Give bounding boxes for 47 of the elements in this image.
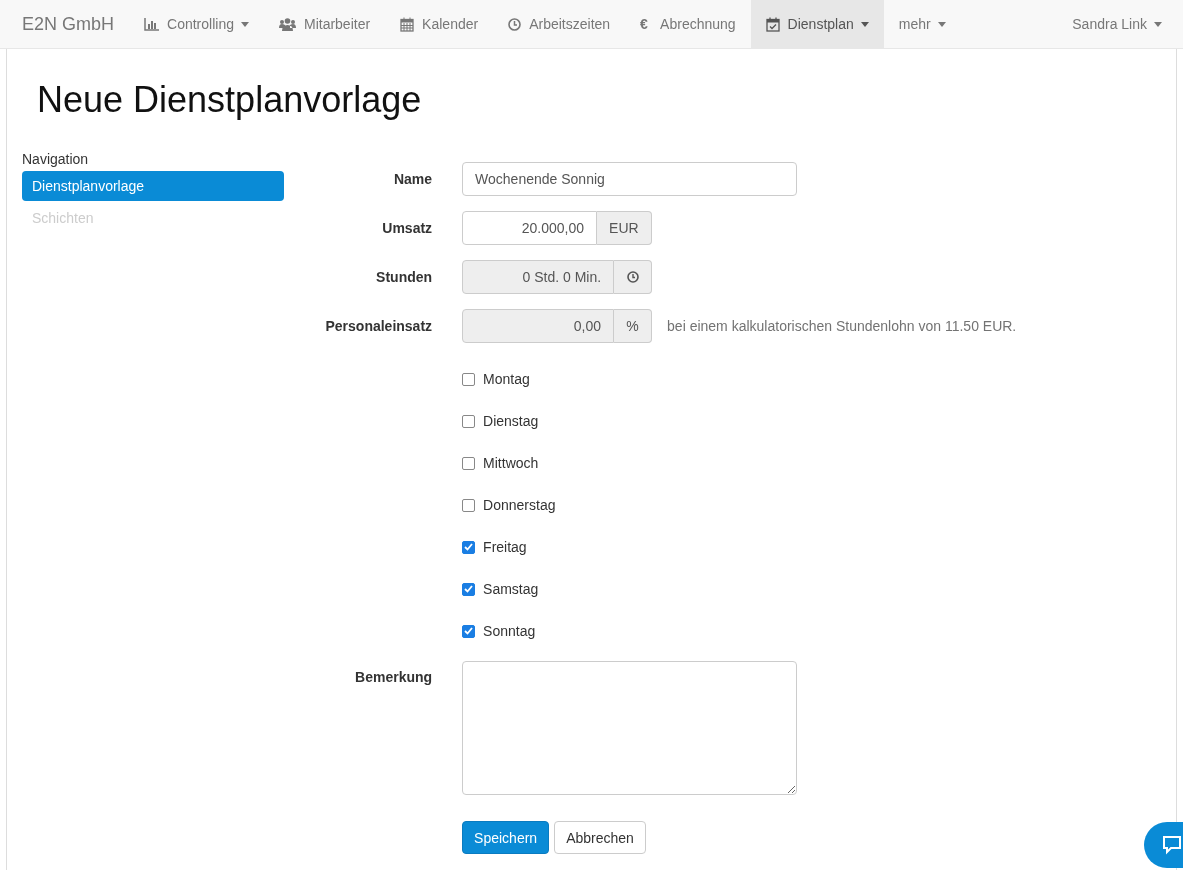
euro-icon: € <box>640 16 653 32</box>
field-label: Bemerkung <box>354 668 434 685</box>
nav-item[interactable]: € Abrechnung <box>625 0 751 48</box>
save-button[interactable]: Speichern <box>462 821 550 854</box>
checkbox[interactable] <box>462 372 476 386</box>
bar-chart-icon <box>144 17 160 31</box>
checkbox[interactable] <box>462 540 476 554</box>
day-checkbox[interactable]: Freitag <box>462 536 1161 558</box>
day-checkbox[interactable]: Mittwoch <box>462 452 1161 474</box>
checkbox[interactable] <box>462 582 476 596</box>
checkbox[interactable] <box>462 498 476 512</box>
nav-item[interactable]: Mitarbeiter <box>263 0 386 48</box>
day-checkbox[interactable]: Sonntag <box>462 620 1161 642</box>
page-title: Neue Dienstplanvorlage <box>36 78 423 122</box>
text-field[interactable]: Wochenende Sonnig <box>462 162 798 196</box>
clock-icon <box>508 17 522 31</box>
unit-addon: EUR <box>597 211 652 245</box>
nav-item[interactable]: mehr <box>883 0 961 48</box>
clock-addon[interactable] <box>614 260 653 294</box>
day-checkbox[interactable]: Dienstag <box>462 410 1161 432</box>
day-checkbox[interactable]: Montag <box>462 368 1161 390</box>
calendar-icon <box>400 16 415 32</box>
sidebar-heading: Navigation <box>22 150 90 169</box>
brand-link[interactable]: E2N GmbH <box>22 13 115 35</box>
sidebar-item[interactable]: Dienstplanvorlage <box>22 171 285 201</box>
field-label: Name <box>392 171 434 187</box>
field-label: Personaleinsatz <box>324 318 434 334</box>
user-menu[interactable]: Sandra Link <box>1057 0 1183 48</box>
nav-item[interactable]: Kalender <box>385 0 494 48</box>
field-label: Umsatz <box>381 220 434 236</box>
day-checkbox[interactable]: Samstag <box>462 578 1161 600</box>
checkbox[interactable] <box>462 414 476 428</box>
checkbox[interactable] <box>462 624 476 638</box>
clock-icon <box>626 271 639 283</box>
unit-addon: % <box>614 309 653 343</box>
calendar-check-icon <box>765 16 780 32</box>
nav-item[interactable]: Arbeitszeiten <box>493 0 626 48</box>
field-label: Stunden <box>375 269 434 285</box>
checkbox[interactable] <box>462 456 476 470</box>
nav-item[interactable]: Controlling <box>129 0 264 48</box>
chat-icon <box>1162 835 1182 855</box>
nav-item[interactable]: Dienstplan <box>750 0 884 48</box>
help-text: bei einem kalkulatorischen Stundenlohn von 11.50 EUR. <box>667 318 1017 334</box>
cancel-button[interactable]: Abbrechen <box>554 821 646 854</box>
users-icon <box>278 17 296 31</box>
number-field[interactable]: 20.000,00 <box>462 211 598 245</box>
day-checkbox[interactable]: Donnerstag <box>462 494 1161 516</box>
